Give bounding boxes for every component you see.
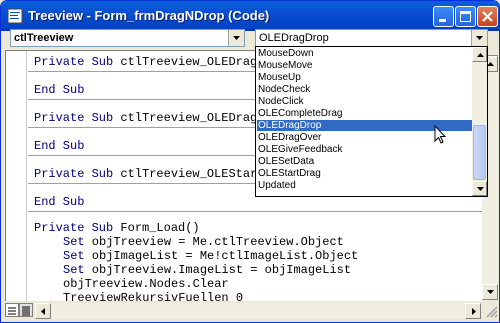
code-line[interactable]: End Sub: [34, 139, 84, 153]
object-combo-dropdown-button[interactable]: [228, 30, 244, 46]
procedure-separator: [28, 211, 482, 212]
object-combo-value: ctlTreeview: [14, 32, 74, 44]
procedure-dropdown-list[interactable]: MouseDown MouseMove MouseUp NodeCheck NodeCl…: [255, 46, 488, 197]
code-text: ctlTreeview_OLEDragO: [113, 111, 265, 125]
code-line[interactable]: End Sub: [34, 195, 84, 209]
arrow-down-icon: [487, 290, 494, 294]
code-text: objTreeview = Me.ctlTreeview.Object: [84, 235, 344, 249]
code-line[interactable]: Private Sub ctlTreeview_OLEDragD: [34, 55, 264, 69]
code-line[interactable]: Set objImageList = Me!ctlImageList.Objec…: [63, 249, 358, 263]
full-module-view-button[interactable]: [19, 303, 33, 317]
scroll-right-button[interactable]: [465, 303, 481, 319]
margin-indicator-bar[interactable]: [6, 51, 27, 301]
chevron-down-icon: [233, 36, 240, 40]
procedure-list-item[interactable]: OLESetData: [257, 156, 472, 167]
code-text: objImageList = Me!ctlImageList.Object: [84, 249, 359, 263]
code-line[interactable]: Private Sub ctlTreeview_OLEStart: [34, 167, 264, 181]
full-module-view-icon: [22, 306, 30, 316]
chevron-down-icon: [476, 36, 483, 40]
maximize-icon: [460, 11, 471, 22]
arrow-up-icon: [487, 62, 494, 66]
code-keyword: End Sub: [34, 195, 85, 209]
code-keyword: Set: [63, 263, 85, 277]
dropdown-scroll-down-button[interactable]: [472, 181, 487, 196]
code-keyword: Private Sub: [34, 167, 114, 181]
arrow-left-icon: [41, 308, 45, 315]
close-button[interactable]: [477, 6, 498, 27]
arrow-down-icon: [477, 187, 484, 191]
procedure-list-item[interactable]: OLEStartDrag: [257, 168, 472, 179]
code-window: Treeview - Form_frmDragNDrop (Code) ctlT…: [0, 0, 500, 323]
procedure-view-icon: [8, 307, 16, 315]
procedure-combo-value: OLEDragDrop: [259, 32, 329, 44]
procedure-list-item[interactable]: OLECompleteDrag: [257, 108, 472, 119]
minimize-button[interactable]: [433, 6, 454, 27]
procedure-list-item[interactable]: MouseDown: [257, 48, 472, 59]
scroll-left-button[interactable]: [35, 303, 51, 319]
code-line[interactable]: Set objTreeview = Me.ctlTreeview.Object: [63, 235, 344, 249]
code-text: objTreeview.Nodes.Clear: [63, 277, 229, 291]
code-text: TreeviewRekursivFuellen 0: [63, 291, 244, 301]
bottom-bar: [1, 301, 499, 321]
mouse-pointer-icon: [434, 125, 447, 144]
horizontal-scrollbar[interactable]: [35, 303, 481, 319]
code-keyword: Private Sub: [34, 111, 114, 125]
code-line[interactable]: TreeviewRekursivFuellen 0: [63, 291, 243, 301]
procedure-list-item[interactable]: NodeClick: [257, 96, 472, 107]
title-bar[interactable]: Treeview - Form_frmDragNDrop (Code): [1, 1, 499, 31]
procedure-view-button[interactable]: [5, 303, 19, 317]
close-icon: [482, 11, 493, 22]
procedure-combo[interactable]: OLEDragDrop: [255, 29, 488, 47]
code-text: objTreeview.ImageList = objImageList: [84, 263, 352, 277]
arrow-right-icon: [472, 308, 476, 315]
code-text: Form_Load(): [113, 221, 200, 235]
code-keyword: End Sub: [34, 83, 85, 97]
code-keyword: Private Sub: [34, 221, 114, 235]
code-line[interactable]: Set objTreeview.ImageList = objImageList: [63, 263, 351, 277]
dropdown-scrollbar[interactable]: [472, 47, 487, 196]
arrow-up-icon: [477, 53, 484, 57]
code-text: ctlTreeview_OLEStart: [113, 167, 265, 181]
dropdown-scroll-up-button[interactable]: [472, 47, 487, 62]
procedure-list-item[interactable]: NodeCheck: [257, 84, 472, 95]
code-keyword: End Sub: [34, 139, 85, 153]
code-keyword: Private Sub: [34, 55, 114, 69]
resize-grip-icon[interactable]: [485, 305, 498, 318]
code-text: ctlTreeview_OLEDragD: [113, 55, 265, 69]
vba-module-icon: [7, 8, 23, 24]
code-line[interactable]: Private Sub ctlTreeview_OLEDragO: [34, 111, 264, 125]
maximize-button[interactable]: [455, 6, 476, 27]
window-title: Treeview - Form_frmDragNDrop (Code): [28, 8, 270, 23]
procedure-list-item[interactable]: MouseMove: [257, 60, 472, 71]
code-line[interactable]: End Sub: [34, 83, 84, 97]
code-keyword: Set: [63, 249, 85, 263]
procedure-list-item[interactable]: OLEGiveFeedback: [257, 144, 472, 155]
dropdown-scroll-thumb[interactable]: [473, 125, 486, 180]
procedure-list-item[interactable]: MouseUp: [257, 72, 472, 83]
procedure-list-item[interactable]: Updated: [257, 180, 472, 191]
minimize-icon: [439, 19, 446, 22]
code-keyword: Set: [63, 235, 85, 249]
scroll-down-button[interactable]: [482, 284, 498, 300]
code-line[interactable]: Private Sub Form_Load(): [34, 221, 200, 235]
code-line[interactable]: objTreeview.Nodes.Clear: [63, 277, 229, 291]
object-combo[interactable]: ctlTreeview: [10, 29, 245, 47]
procedure-combo-dropdown-button[interactable]: [471, 30, 487, 46]
